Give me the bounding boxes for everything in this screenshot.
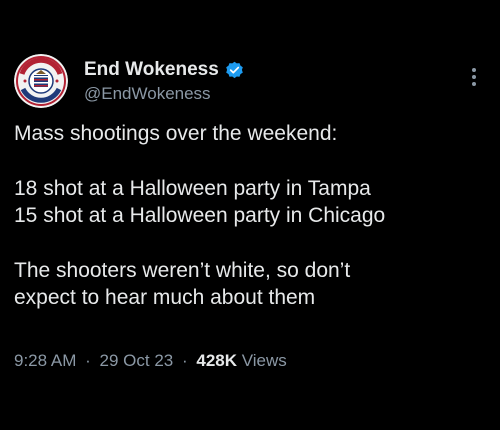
- eagle-badge-avatar-icon: [14, 54, 68, 108]
- views-count[interactable]: 428K: [196, 351, 237, 370]
- views-label: Views: [241, 351, 287, 370]
- tweet-line: expect to hear much about them: [14, 286, 316, 309]
- tweet-date[interactable]: 29 Oct 23: [100, 351, 174, 370]
- tweet-card: End Wokeness @EndWokeness Mass shootings…: [0, 0, 500, 430]
- tweet-line: 18 shot at a Halloween party in Tampa: [14, 176, 371, 200]
- display-name-row: End Wokeness: [84, 58, 244, 82]
- tweet-line: The shooters weren’t white, so don’t: [14, 258, 351, 282]
- verified-badge-icon[interactable]: [225, 61, 244, 80]
- meta-separator: ·: [85, 351, 91, 370]
- tweet-time[interactable]: 9:28 AM: [14, 351, 76, 370]
- author-avatar[interactable]: [14, 54, 68, 108]
- author-handle[interactable]: @EndWokeness: [84, 84, 244, 104]
- more-options-icon[interactable]: [462, 64, 486, 90]
- author-header: End Wokeness @EndWokeness: [84, 58, 244, 104]
- tweet-text: Mass shootings over the weekend: 18 shot…: [14, 120, 484, 312]
- tweet-line: Mass shootings over the weekend:: [14, 122, 338, 145]
- author-display-name[interactable]: End Wokeness: [84, 59, 219, 81]
- tweet-meta: 9:28 AM · 29 Oct 23 · 428K Views: [14, 351, 287, 371]
- meta-separator: ·: [181, 351, 188, 370]
- tweet-line: 15 shot at a Halloween party in Chicago: [14, 204, 386, 227]
